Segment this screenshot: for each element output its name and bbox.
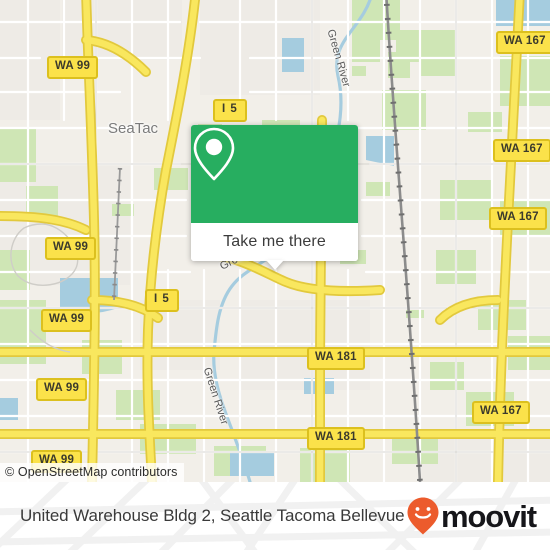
shield-wa-99[interactable]: WA 99 [41,309,93,332]
map-screenshot: Green River Green River Green River SeaT… [0,0,550,550]
map-pin-icon [193,127,235,181]
location-title: United Warehouse Bldg 2, Seattle Tacoma … [20,506,405,525]
shield-wa-167[interactable]: WA 167 [472,401,530,424]
shield-wa-181[interactable]: WA 181 [307,347,365,370]
map-canvas[interactable]: Green River Green River Green River SeaT… [0,0,550,482]
moovit-pin-icon [407,497,439,535]
shield-wa-167[interactable]: WA 167 [493,139,550,162]
shield-wa-99[interactable]: WA 99 [36,378,88,401]
footer-bar: United Warehouse Bldg 2, Seattle Tacoma … [0,482,550,550]
take-me-there-button[interactable]: Take me there [191,223,358,261]
place-label-seatac: SeaTac [108,120,159,137]
moovit-logo[interactable]: moovit [406,496,537,536]
shield-wa-167[interactable]: WA 167 [489,207,547,230]
shield-wa-99[interactable]: WA 99 [47,56,99,79]
osm-attribution[interactable]: © OpenStreetMap contributors [0,463,184,482]
popup-pointer [265,260,284,270]
shield-wa-167[interactable]: WA 167 [496,31,550,54]
take-me-there-label: Take me there [223,233,326,250]
moovit-wordmark: moovit [440,498,537,534]
popup-icon-panel [191,125,358,223]
shield-wa-181[interactable]: WA 181 [307,427,365,450]
location-popup-card[interactable]: Take me there [191,125,358,270]
shield-i-5[interactable]: I 5 [145,289,179,312]
shield-wa-99[interactable]: WA 99 [45,237,97,260]
shield-i-5[interactable]: I 5 [213,99,247,122]
